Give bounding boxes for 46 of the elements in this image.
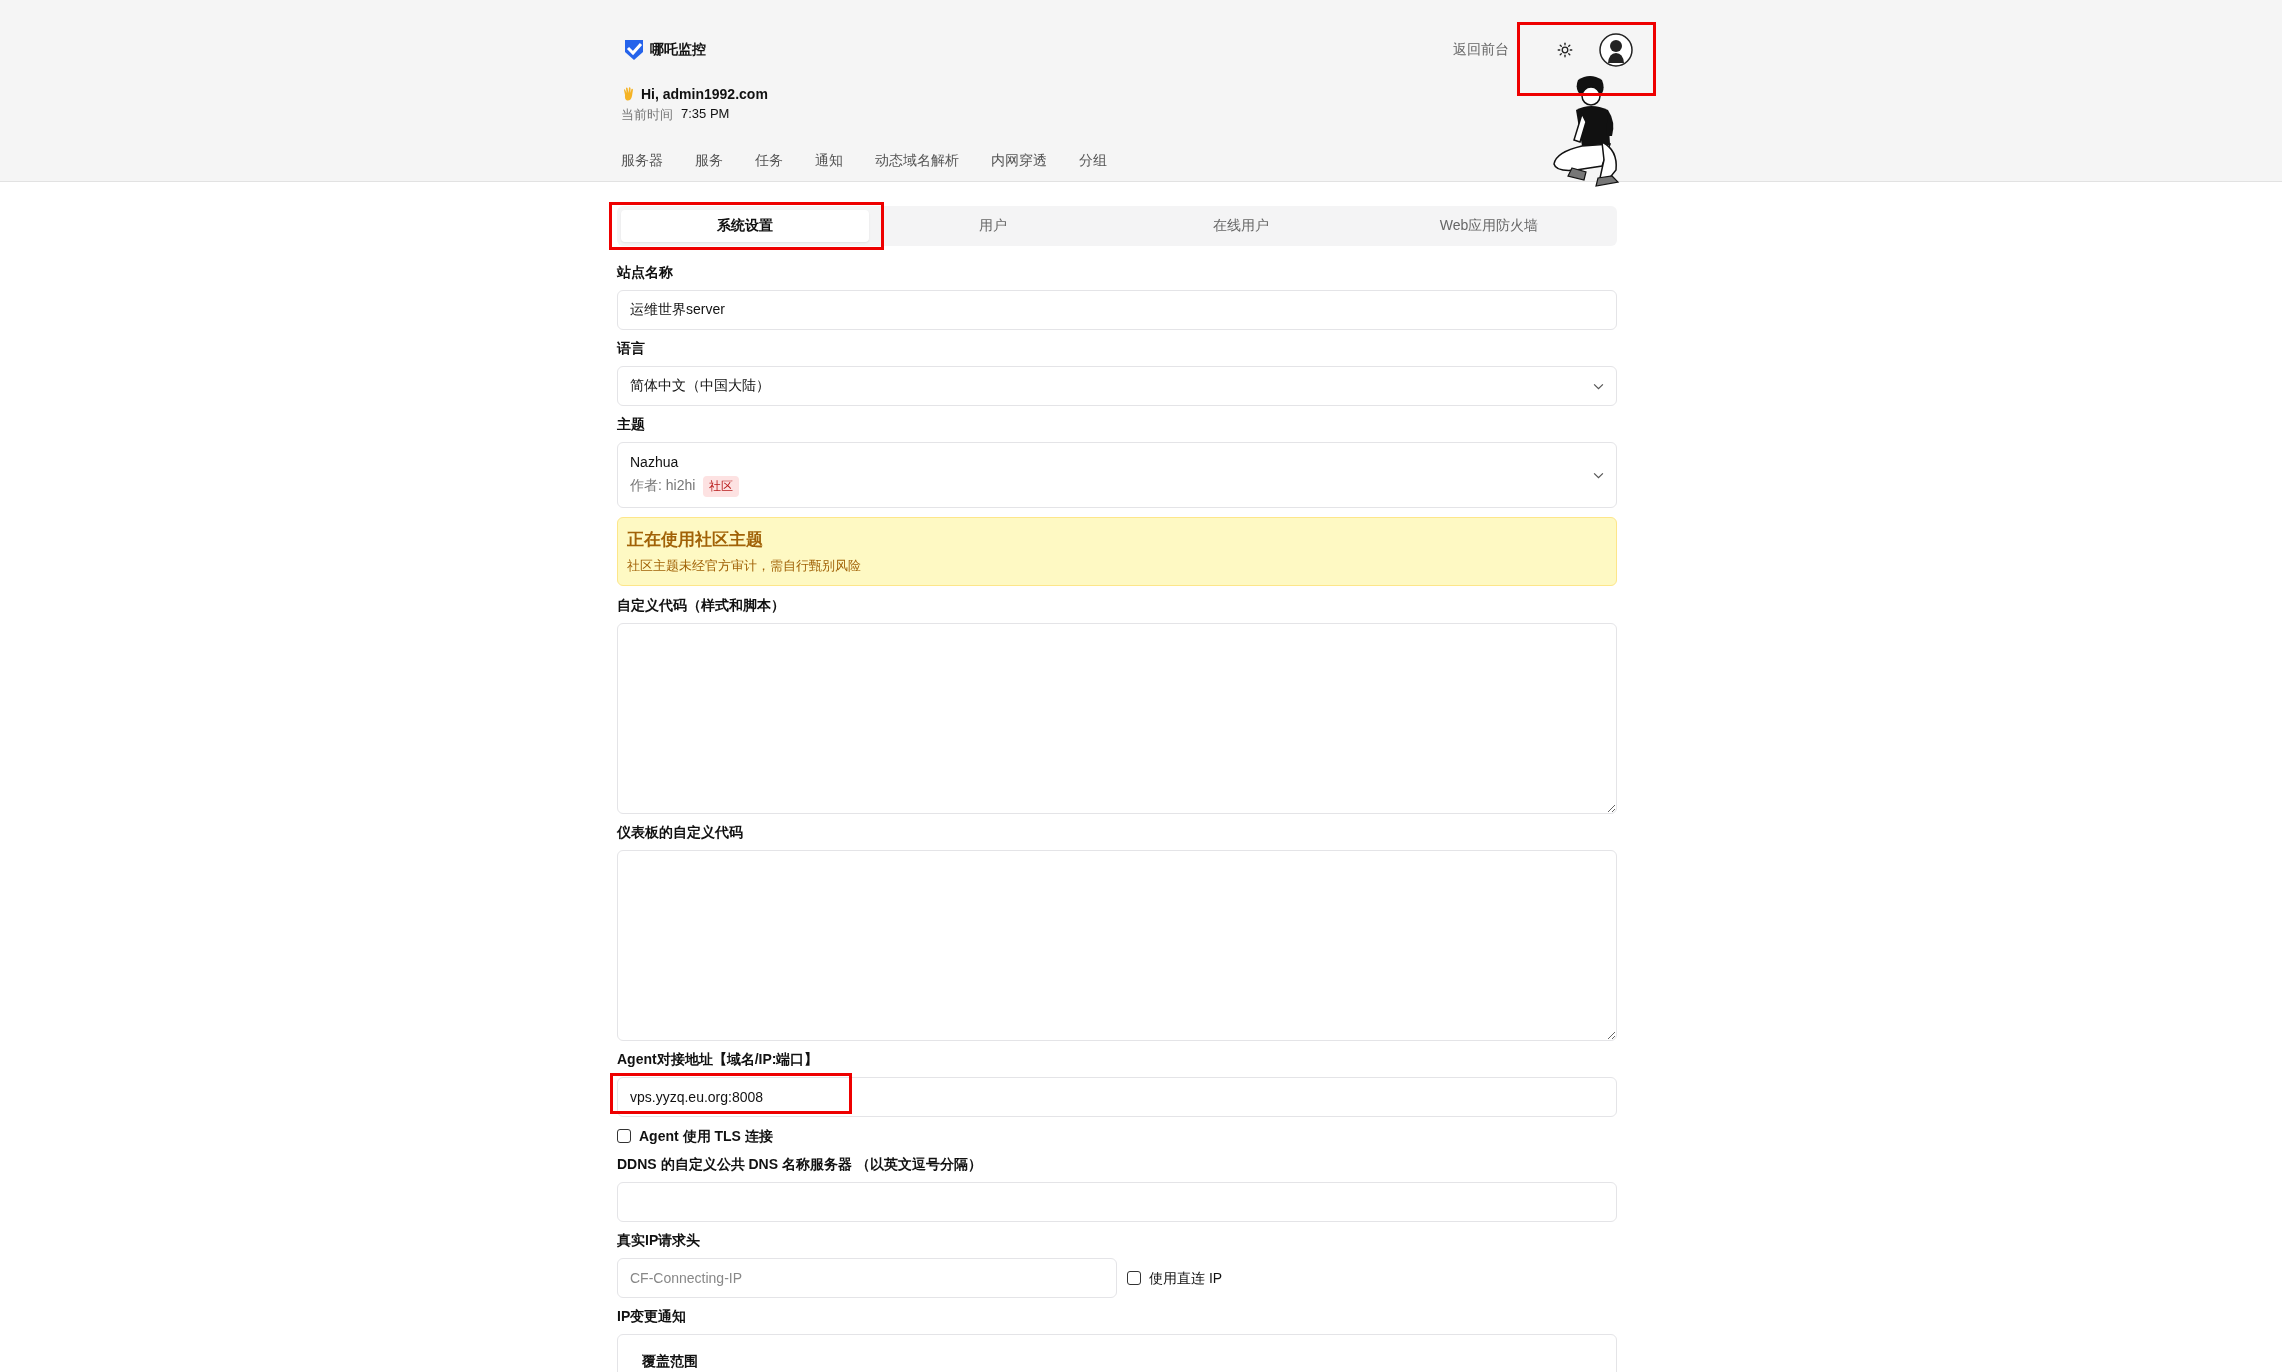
input-field[interactable] <box>617 1182 1617 1222</box>
checkbox-label: Agent 使用 TLS 连接 <box>639 1128 773 1144</box>
field-label: DDNS 的自定义公共 DNS 名称服务器 （以英文逗号分隔） <box>617 1156 983 1172</box>
theme-author: 作者: hi2hi <box>630 477 696 495</box>
field-label: 站点名称 <box>617 264 674 280</box>
card-title: 覆盖范围 <box>642 1353 698 1369</box>
checkbox[interactable] <box>617 1129 631 1143</box>
field-label: 仪表板的自定义代码 <box>617 824 744 840</box>
field-label: 自定义代码（样式和脚本） <box>617 597 786 613</box>
language-select[interactable]: 简体中文（中国大陆） <box>617 366 1617 406</box>
avatar-icon[interactable] <box>1599 33 1633 67</box>
input-field[interactable]: vps.yyzq.eu.org:8008 <box>617 1077 1617 1117</box>
nav-link[interactable]: 动态域名解析 <box>875 152 959 170</box>
nav-link[interactable]: 服务 <box>695 152 723 170</box>
time-value: 7:35 PM <box>681 106 730 123</box>
nav-link[interactable]: 服务器 <box>621 152 663 170</box>
checkbox-label: 使用直连 IP <box>1149 1270 1223 1286</box>
alert-title: 正在使用社区主题 <box>627 529 764 551</box>
chevron-down-icon <box>1593 471 1604 479</box>
input-field[interactable]: 运维世界server <box>617 290 1617 330</box>
back-link[interactable]: 返回前台 <box>1453 41 1509 59</box>
field-label: 真实IP请求头 <box>617 1232 702 1248</box>
field-label: 语言 <box>617 340 646 356</box>
community-tag: 社区 <box>703 475 740 497</box>
settings-tab[interactable]: 在线用户 <box>1117 210 1365 242</box>
field-label: 主题 <box>617 416 646 432</box>
settings-tab[interactable]: Web应用防火墙 <box>1365 210 1613 242</box>
nav-link[interactable]: 通知 <box>815 152 843 170</box>
chevron-down-icon <box>1593 382 1604 390</box>
field-label: IP变更通知 <box>617 1308 688 1324</box>
input-field[interactable]: CF-Connecting-IP <box>617 1258 1117 1298</box>
brand-name: 哪吒监控 <box>650 41 706 59</box>
nav-link[interactable]: 任务 <box>755 152 783 170</box>
logo-icon <box>624 39 644 61</box>
settings-tab[interactable]: 用户 <box>869 210 1117 242</box>
theme-name: Nazhua <box>630 453 680 470</box>
checkbox[interactable] <box>1127 1271 1141 1285</box>
nav-link[interactable]: 分组 <box>1079 152 1107 170</box>
sun-icon[interactable] <box>1557 42 1573 58</box>
field-label: Agent对接地址【域名/IP:端口】 <box>617 1051 820 1067</box>
nav-link[interactable]: 内网穿透 <box>991 152 1047 170</box>
time-label: 当前时间 <box>621 106 673 124</box>
theme-select[interactable]: Nazhua 作者: hi2hi 社区 <box>617 442 1617 508</box>
alert-text: 社区主题未经官方审计，需自行甄别风险 <box>627 557 862 575</box>
greeting-text: Hi, admin1992.com <box>641 86 768 102</box>
settings-tab[interactable]: 系统设置 <box>621 210 869 242</box>
